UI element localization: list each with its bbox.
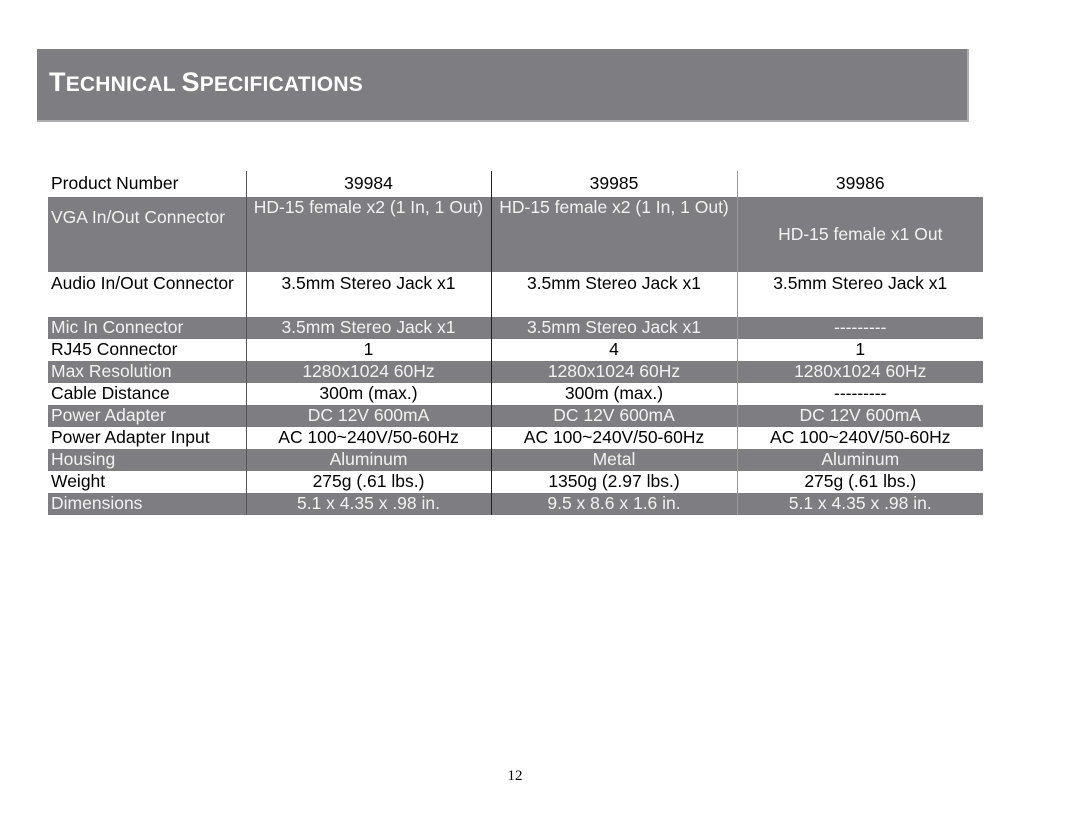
row-value: 3.5mm Stereo Jack x1 xyxy=(245,272,491,317)
row-value: AC 100~240V/50-60Hz xyxy=(736,427,983,449)
row-value: 1 xyxy=(245,339,491,361)
row-value: AC 100~240V/50-60Hz xyxy=(245,427,491,449)
table-row: Housing Aluminum Metal Aluminum xyxy=(48,449,983,471)
row-value: 275g (.61 lbs.) xyxy=(736,471,983,493)
row-label: Dimensions xyxy=(48,493,246,515)
row-value: DC 12V 600mA xyxy=(736,405,983,427)
row-value: 1350g (2.97 lbs.) xyxy=(490,471,737,493)
row-value: 1 xyxy=(736,339,983,361)
table-row: Audio In/Out Connector 3.5mm Stereo Jack… xyxy=(48,272,983,317)
row-value: DC 12V 600mA xyxy=(245,405,491,427)
row-label: Mic In Connector xyxy=(48,317,246,339)
row-value: 3.5mm Stereo Jack x1 xyxy=(736,272,983,317)
row-value: 5.1 x 4.35 x .98 in. xyxy=(736,493,983,515)
row-value: 1280x1024 60Hz xyxy=(245,361,491,383)
row-value: 1280x1024 60Hz xyxy=(736,361,983,383)
row-value: 3.5mm Stereo Jack x1 xyxy=(490,272,737,317)
table-row: Cable Distance 300m (max.) 300m (max.) -… xyxy=(48,383,983,405)
row-value: 4 xyxy=(490,339,737,361)
row-value: 3.5mm Stereo Jack x1 xyxy=(490,317,737,339)
row-value: Aluminum xyxy=(245,449,491,471)
row-value: 300m (max.) xyxy=(490,383,737,405)
product-number-39984: 39984 xyxy=(245,171,491,197)
row-label: Audio In/Out Connector xyxy=(48,272,246,317)
specifications-table: Product Number 39984 39985 39986 VGA In/… xyxy=(48,171,983,515)
row-label: VGA In/Out Connector xyxy=(48,197,246,272)
table-row: Mic In Connector 3.5mm Stereo Jack x1 3.… xyxy=(48,317,983,339)
row-value: 3.5mm Stereo Jack x1 xyxy=(245,317,491,339)
row-value: Aluminum xyxy=(736,449,983,471)
table-row: VGA In/Out Connector HD-15 female x2 (1 … xyxy=(48,197,983,272)
row-label: Power Adapter Input xyxy=(48,427,246,449)
row-label: Cable Distance xyxy=(48,383,246,405)
table-row: Power Adapter DC 12V 600mA DC 12V 600mA … xyxy=(48,405,983,427)
row-value: 1280x1024 60Hz xyxy=(490,361,737,383)
section-header-banner: TECHNICAL SPECIFICATIONS xyxy=(37,49,969,122)
row-value: HD-15 female x2 (1 In, 1 Out) xyxy=(490,197,737,272)
row-label: RJ45 Connector xyxy=(48,339,246,361)
row-label: Max Resolution xyxy=(48,361,246,383)
table-row: Max Resolution 1280x1024 60Hz 1280x1024 … xyxy=(48,361,983,383)
page-number: 12 xyxy=(507,768,523,784)
section-title: TECHNICAL SPECIFICATIONS xyxy=(49,67,363,97)
row-label: Housing xyxy=(48,449,246,471)
row-value: HD-15 female x1 Out xyxy=(736,197,983,272)
row-value: 9.5 x 8.6 x 1.6 in. xyxy=(490,493,737,515)
row-value: Metal xyxy=(490,449,737,471)
table-row: Weight 275g (.61 lbs.) 1350g (2.97 lbs.)… xyxy=(48,471,983,493)
row-value: 275g (.61 lbs.) xyxy=(245,471,491,493)
table-row: RJ45 Connector 1 4 1 xyxy=(48,339,983,361)
row-value: --------- xyxy=(736,317,983,339)
table-header-row: Product Number 39984 39985 39986 xyxy=(48,171,983,197)
row-value: DC 12V 600mA xyxy=(490,405,737,427)
row-value: 300m (max.) xyxy=(245,383,491,405)
row-value: 5.1 x 4.35 x .98 in. xyxy=(245,493,491,515)
table-row: Power Adapter Input AC 100~240V/50-60Hz … xyxy=(48,427,983,449)
product-number-39985: 39985 xyxy=(490,171,737,197)
product-number-39986: 39986 xyxy=(736,171,983,197)
row-label: Weight xyxy=(48,471,246,493)
table-row: Dimensions 5.1 x 4.35 x .98 in. 9.5 x 8.… xyxy=(48,493,983,515)
row-value: AC 100~240V/50-60Hz xyxy=(490,427,737,449)
header-label: Product Number xyxy=(48,171,246,197)
row-label: Power Adapter xyxy=(48,405,246,427)
row-value: --------- xyxy=(736,383,983,405)
row-value: HD-15 female x2 (1 In, 1 Out) xyxy=(245,197,491,272)
